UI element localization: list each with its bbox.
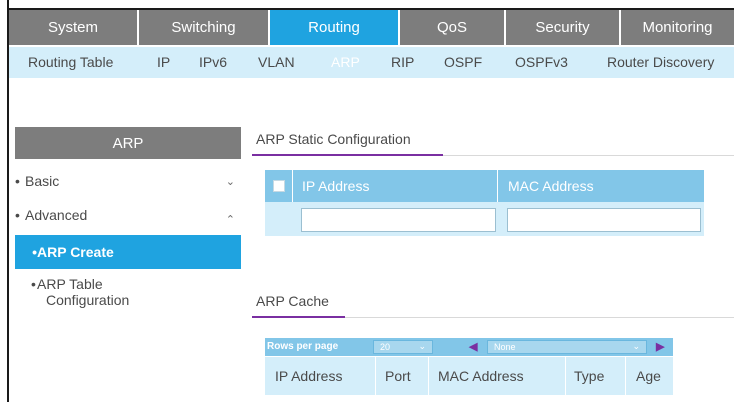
column-header-mac-address[interactable]: MAC Address bbox=[438, 357, 524, 395]
sidebar-item-label: Basic bbox=[25, 173, 60, 189]
column-header-age[interactable]: Age bbox=[636, 357, 661, 395]
column-separator bbox=[497, 170, 498, 202]
column-separator bbox=[565, 357, 566, 395]
tab-routing[interactable]: Routing bbox=[270, 10, 400, 45]
static-config-header: IP Address MAC Address bbox=[265, 170, 704, 202]
sidebar-item-arp-table-config[interactable]: •ARP Table Configuration bbox=[15, 276, 241, 316]
subtab-ip[interactable]: IP bbox=[157, 54, 170, 70]
subtab-vlan[interactable]: VLAN bbox=[258, 54, 295, 70]
column-separator bbox=[292, 170, 293, 202]
column-header-mac-address[interactable]: MAC Address bbox=[508, 170, 594, 202]
top-nav: System Switching Routing QoS Security Mo… bbox=[9, 10, 734, 45]
sidebar-item-label: Advanced bbox=[25, 207, 88, 223]
section-underline bbox=[252, 316, 345, 318]
subtab-routing-table[interactable]: Routing Table bbox=[28, 54, 113, 70]
tab-monitoring[interactable]: Monitoring bbox=[621, 10, 734, 45]
column-separator bbox=[428, 357, 429, 395]
subtab-ospf[interactable]: OSPF bbox=[444, 54, 482, 70]
mac-address-input[interactable] bbox=[507, 208, 701, 232]
next-page-icon[interactable]: ▶ bbox=[656, 340, 664, 353]
section-title-static-config: ARP Static Configuration bbox=[256, 131, 411, 147]
sidebar-item-basic[interactable]: • Basic ⌄ bbox=[15, 173, 241, 193]
column-header-ip-address[interactable]: IP Address bbox=[302, 170, 369, 202]
sidebar-title: ARP bbox=[15, 127, 241, 159]
sidebar-item-arp-create[interactable]: •ARP Create bbox=[15, 235, 241, 269]
prev-page-icon[interactable]: ◀ bbox=[469, 340, 477, 353]
section-divider bbox=[443, 155, 734, 156]
section-title-arp-cache: ARP Cache bbox=[256, 293, 329, 309]
column-separator bbox=[625, 357, 626, 395]
static-config-input-row bbox=[265, 202, 704, 236]
rows-per-page-label: Rows per page bbox=[267, 341, 339, 352]
subtab-router-discovery[interactable]: Router Discovery bbox=[607, 54, 714, 70]
page-filter-value: None bbox=[494, 342, 516, 352]
rows-per-page-value: 20 bbox=[380, 342, 391, 352]
page-filter-select[interactable]: None ⌄ bbox=[487, 340, 647, 354]
tab-switching[interactable]: Switching bbox=[139, 10, 270, 45]
ip-address-input[interactable] bbox=[301, 208, 496, 232]
tab-qos[interactable]: QoS bbox=[400, 10, 506, 45]
sub-nav: Routing Table IP IPv6 VLAN ARP RIP OSPF … bbox=[9, 47, 734, 78]
column-header-type[interactable]: Type bbox=[574, 357, 604, 395]
chevron-down-icon: ⌄ bbox=[632, 341, 640, 351]
tab-security[interactable]: Security bbox=[506, 10, 621, 45]
rows-per-page-select[interactable]: 20 ⌄ bbox=[373, 340, 433, 354]
chevron-down-icon: ⌄ bbox=[225, 176, 235, 188]
column-header-port[interactable]: Port bbox=[385, 357, 411, 395]
section-divider bbox=[345, 317, 734, 318]
chevron-up-icon: ⌃ bbox=[225, 214, 235, 226]
subtab-ipv6[interactable]: IPv6 bbox=[199, 54, 227, 70]
bullet-icon: • bbox=[32, 244, 37, 260]
row-checkbox bbox=[273, 213, 285, 225]
subtab-rip[interactable]: RIP bbox=[391, 54, 414, 70]
arp-cache-pager: Rows per page 20 ⌄ ◀ None ⌄ ▶ bbox=[265, 338, 673, 356]
subtab-ospfv3[interactable]: OSPFv3 bbox=[515, 54, 568, 70]
sidebar-item-label: ARP Create bbox=[37, 244, 114, 260]
sidebar-item-label-line2: Configuration bbox=[46, 292, 130, 308]
chevron-down-icon: ⌄ bbox=[418, 341, 426, 351]
bullet-icon: • bbox=[15, 173, 20, 189]
section-underline bbox=[252, 154, 443, 156]
app-frame: System Switching Routing QoS Security Mo… bbox=[0, 0, 734, 402]
bullet-icon: • bbox=[15, 207, 20, 223]
select-all-checkbox[interactable] bbox=[273, 180, 285, 192]
column-header-ip-address[interactable]: IP Address bbox=[275, 357, 342, 395]
column-separator bbox=[375, 357, 376, 395]
sidebar-item-label: ARP Table bbox=[37, 276, 103, 292]
tab-system[interactable]: System bbox=[9, 10, 139, 45]
subtab-arp[interactable]: ARP bbox=[331, 54, 360, 70]
sidebar-item-advanced[interactable]: • Advanced ⌃ bbox=[15, 207, 241, 227]
arp-cache-header: IP Address Port MAC Address Type Age bbox=[265, 357, 673, 395]
